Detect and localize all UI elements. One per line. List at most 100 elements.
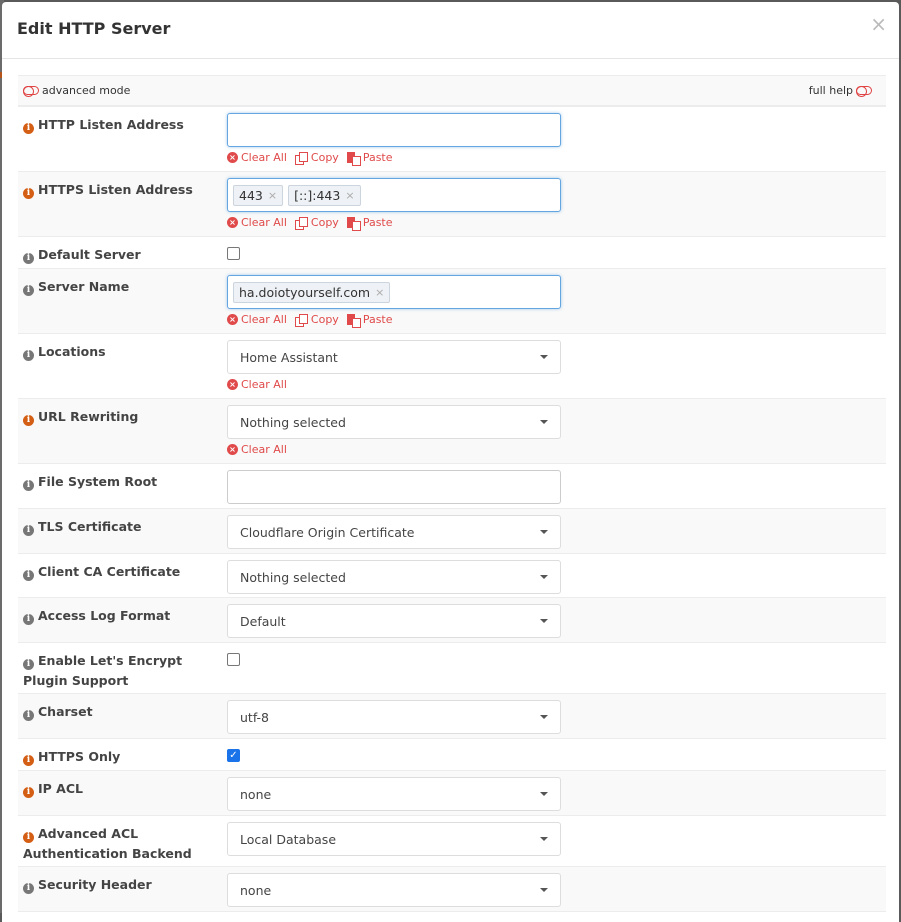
clear-all-button[interactable]: × Clear All <box>227 378 287 391</box>
file-system-root-input[interactable] <box>227 470 561 504</box>
charset-select[interactable]: utf-8 <box>227 700 561 734</box>
locations-select[interactable]: Home Assistant <box>227 340 561 374</box>
caret-down-icon <box>540 837 548 841</box>
clear-icon: × <box>227 217 238 228</box>
url-rewriting-select[interactable]: Nothing selected <box>227 405 561 439</box>
tag-text: [::]:443 <box>294 187 341 203</box>
advanced-mode-label: advanced mode <box>42 84 131 97</box>
clear-all-label: Clear All <box>241 443 287 456</box>
http-listen-address-input[interactable] <box>227 113 561 147</box>
client-ca-certificate-select[interactable]: Nothing selected <box>227 560 561 594</box>
field-actions: × Clear All Copy Paste <box>227 313 567 328</box>
paste-button[interactable]: Paste <box>346 216 393 231</box>
caret-down-icon <box>540 530 548 534</box>
info-icon[interactable]: i <box>23 787 34 798</box>
security-header-select[interactable]: none <box>227 873 561 907</box>
info-icon[interactable]: i <box>23 570 34 581</box>
advanced-mode-toggle[interactable]: advanced mode <box>22 84 131 97</box>
select-value: Default <box>240 613 286 629</box>
clear-icon: × <box>227 444 238 455</box>
caret-down-icon <box>540 715 548 719</box>
caret-down-icon <box>540 575 548 579</box>
https-listen-address-input[interactable]: 443 × [::]:443 × <box>227 178 561 212</box>
info-icon[interactable]: i <box>23 614 34 625</box>
field-actions: × Clear All <box>227 443 567 456</box>
ip-acl-select[interactable]: none <box>227 777 561 811</box>
row-tls-certificate: i TLS Certificate Cloudflare Origin Certi… <box>18 508 886 553</box>
info-icon[interactable]: i <box>23 123 34 134</box>
server-name-input[interactable]: ha.doiotyourself.com × <box>227 275 561 309</box>
clear-all-button[interactable]: × Clear All <box>227 443 287 456</box>
clear-all-label: Clear All <box>241 378 287 391</box>
clear-icon: × <box>227 152 238 163</box>
copy-icon <box>294 152 308 165</box>
tag-text: ha.doiotyourself.com <box>239 284 371 300</box>
caret-down-icon <box>540 420 548 424</box>
select-value: none <box>240 882 272 898</box>
clear-icon: × <box>227 379 238 390</box>
field-actions: × Clear All Copy Paste <box>227 151 567 166</box>
tag: 443 × <box>233 184 284 206</box>
field-label: HTTP Listen Address <box>38 117 184 132</box>
remove-tag-icon[interactable]: × <box>268 189 277 202</box>
row-server-name: i Server Name ha.doiotyourself.com × × Clea… <box>18 268 886 333</box>
field-label: TLS Certificate <box>38 519 142 534</box>
field-label: Locations <box>38 344 106 359</box>
clear-all-button[interactable]: × Clear All <box>227 313 287 326</box>
info-icon[interactable]: i <box>23 415 34 426</box>
copy-icon <box>294 217 308 230</box>
field-label: Client CA Certificate <box>38 564 181 579</box>
info-icon[interactable]: i <box>23 350 34 361</box>
full-help-toggle[interactable]: full help <box>809 84 872 97</box>
paste-button[interactable]: Paste <box>346 313 393 328</box>
row-acl-auth-backend: i Advanced ACL Authentication Backend Loc… <box>18 815 886 866</box>
https-only-checkbox[interactable]: ✓ <box>227 749 240 762</box>
caret-down-icon <box>540 619 548 623</box>
copy-button[interactable]: Copy <box>294 313 339 327</box>
row-charset: i Charset utf-8 <box>18 693 886 738</box>
paste-button[interactable]: Paste <box>346 151 393 166</box>
clear-all-label: Clear All <box>241 216 287 229</box>
select-value: Nothing selected <box>240 569 346 585</box>
info-icon[interactable]: i <box>23 659 34 670</box>
copy-icon <box>294 314 308 327</box>
info-icon[interactable]: i <box>23 755 34 766</box>
full-help-label: full help <box>808 84 853 97</box>
info-icon[interactable]: i <box>23 710 34 721</box>
acl-auth-backend-select[interactable]: Local Database <box>227 822 561 856</box>
copy-label: Copy <box>310 216 339 229</box>
info-icon[interactable]: i <box>23 525 34 536</box>
info-icon[interactable]: i <box>23 480 34 491</box>
remove-tag-icon[interactable]: × <box>375 286 384 299</box>
settings-form: advanced mode full help i HTTP Listen Add… <box>18 75 886 912</box>
default-server-checkbox[interactable] <box>227 247 240 260</box>
field-label: Default Server <box>38 247 141 262</box>
tls-certificate-select[interactable]: Cloudflare Origin Certificate <box>227 515 561 549</box>
info-icon[interactable]: i <box>23 188 34 199</box>
row-url-rewriting: i URL Rewriting Nothing selected × Clear A… <box>18 398 886 463</box>
row-http-listen-address: i HTTP Listen Address × Clear All Copy Pas… <box>18 106 886 171</box>
copy-button[interactable]: Copy <box>294 151 339 165</box>
field-label: URL Rewriting <box>38 409 139 424</box>
select-value: none <box>240 786 272 802</box>
paste-icon <box>346 151 361 166</box>
field-label: File System Root <box>38 474 158 489</box>
field-label: IP ACL <box>38 781 83 796</box>
field-actions: × Clear All Copy Paste <box>227 216 567 231</box>
row-default-server: i Default Server <box>18 236 886 268</box>
clear-icon: × <box>227 314 238 325</box>
row-security-header: i Security Header none <box>18 866 886 912</box>
info-icon[interactable]: i <box>23 832 34 843</box>
clear-all-button[interactable]: × Clear All <box>227 151 287 164</box>
clear-all-button[interactable]: × Clear All <box>227 216 287 229</box>
close-button[interactable]: × <box>870 14 887 34</box>
modal-header: Edit HTTP Server × <box>2 2 899 59</box>
info-icon[interactable]: i <box>23 883 34 894</box>
paste-icon <box>346 313 361 328</box>
remove-tag-icon[interactable]: × <box>345 189 354 202</box>
info-icon[interactable]: i <box>23 253 34 264</box>
access-log-format-select[interactable]: Default <box>227 604 561 638</box>
copy-button[interactable]: Copy <box>294 216 339 230</box>
letsencrypt-checkbox[interactable] <box>227 653 240 666</box>
info-icon[interactable]: i <box>23 285 34 296</box>
